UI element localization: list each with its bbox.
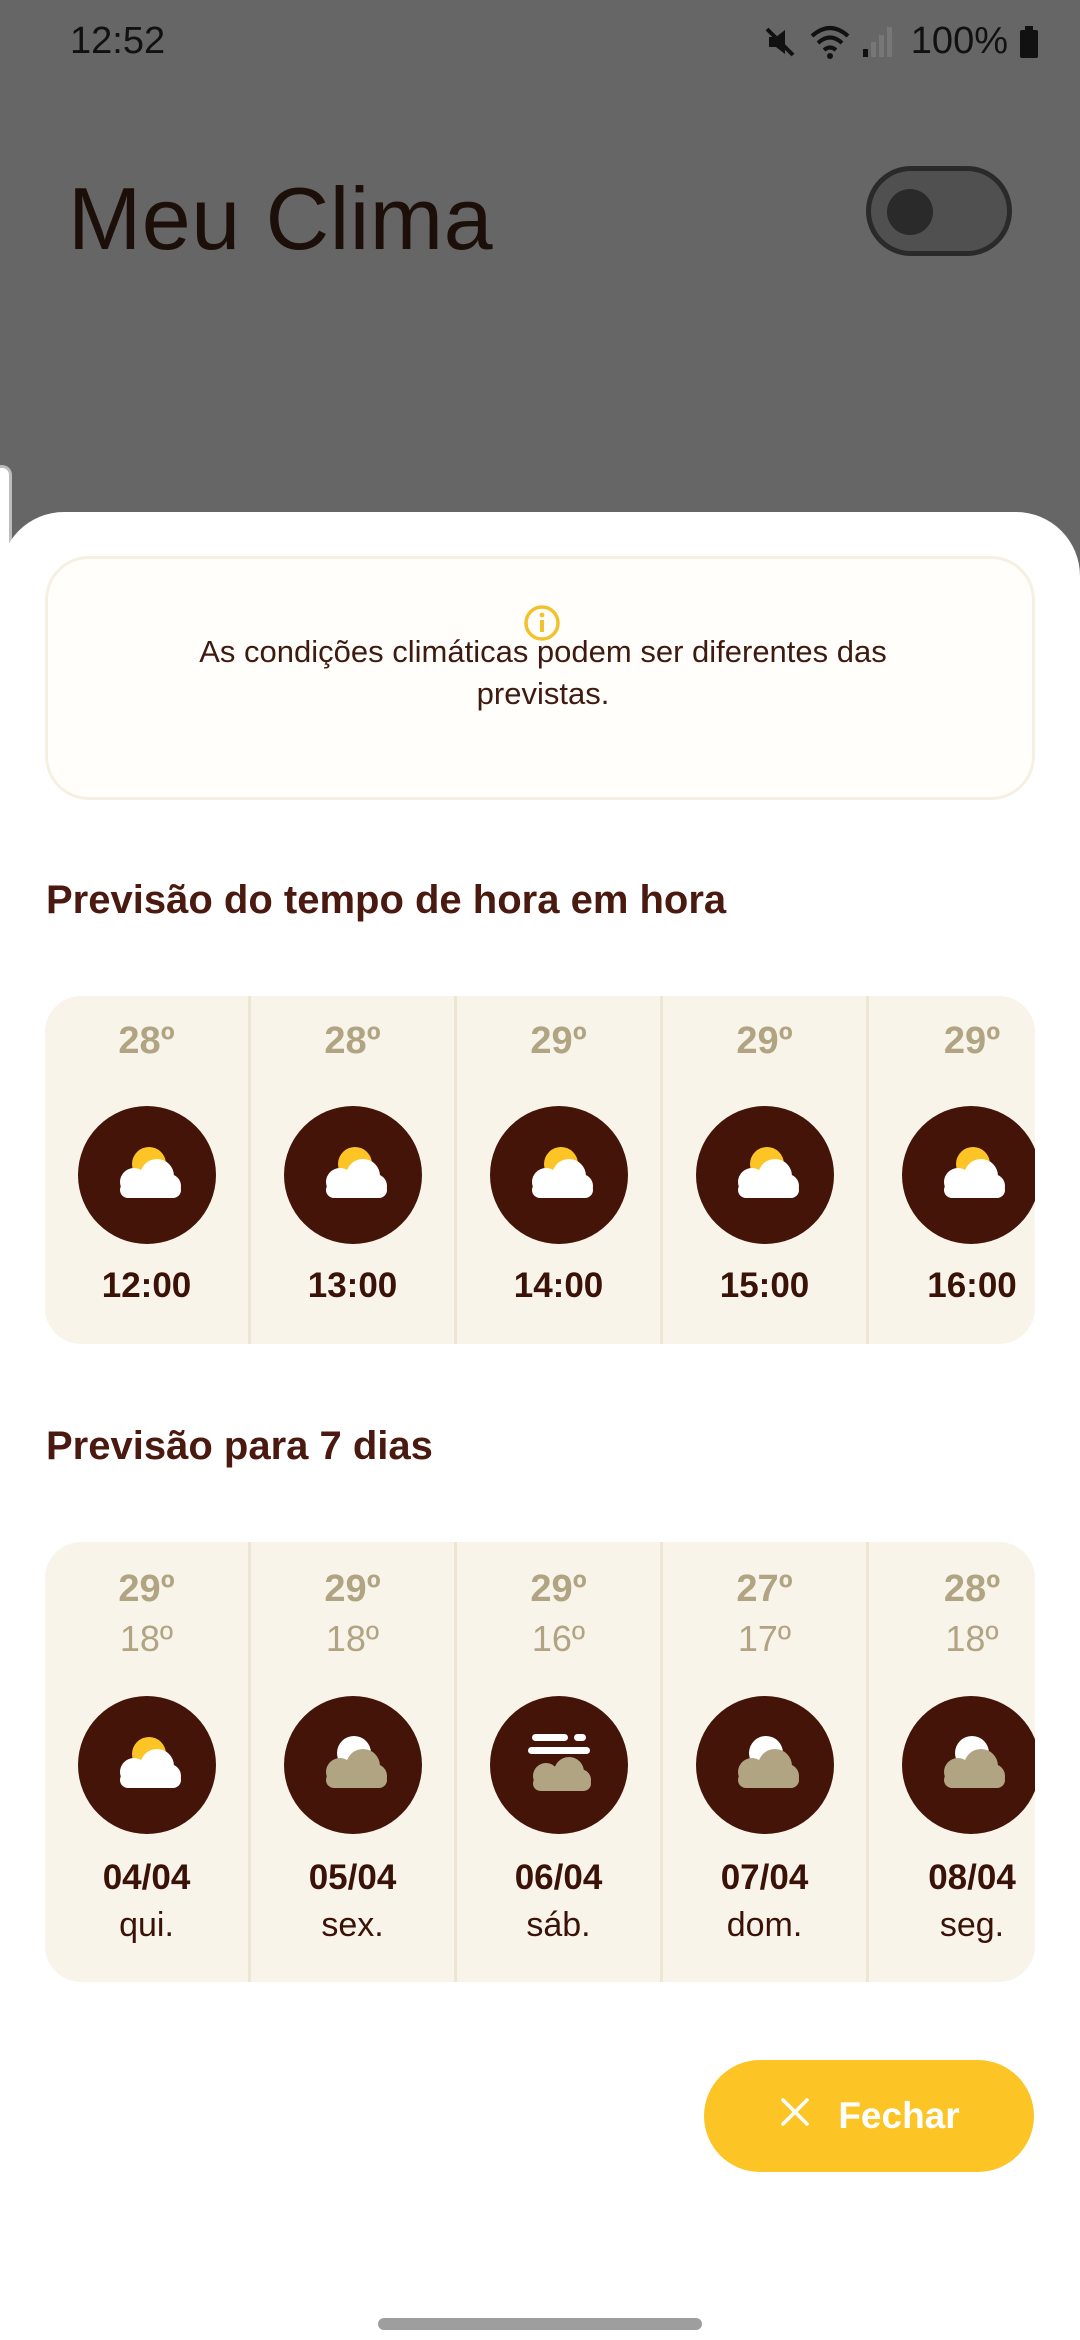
partly-cloudy-icon <box>78 1696 216 1834</box>
status-icons: 100% <box>761 20 1040 63</box>
daily-low-temp: 16º <box>531 1618 586 1659</box>
forecast-bottom-sheet: As condições climáticas podem ser difere… <box>0 512 1080 2340</box>
daily-high-temp: 27º <box>736 1568 793 1610</box>
hourly-time: 15:00 <box>719 1266 810 1305</box>
daily-high-temp: 29º <box>118 1568 175 1610</box>
hourly-temp: 29º <box>943 1020 1001 1062</box>
home-indicator[interactable] <box>378 2318 702 2330</box>
daily-item: 28º 18º 08/04 seg. <box>869 1542 1035 1982</box>
partly-cloudy-icon <box>902 1106 1035 1244</box>
daily-forecast-title: Previsão para 7 dias <box>46 1424 433 1468</box>
hourly-item: 28º 13:00 <box>251 996 457 1344</box>
hourly-temp: 29º <box>530 1020 587 1062</box>
hourly-time: 14:00 <box>513 1266 604 1305</box>
partly-cloudy-icon <box>284 1106 422 1244</box>
daily-date: 06/04 <box>514 1858 603 1897</box>
battery-percent: 100% <box>910 20 1008 62</box>
daily-item: 29º 18º 04/04 qui. <box>45 1542 251 1982</box>
hourly-time: 13:00 <box>307 1266 398 1305</box>
hourly-forecast-title: Previsão do tempo de hora em hora <box>46 878 727 922</box>
hourly-temp: 28º <box>118 1020 175 1062</box>
daily-low-temp: 18º <box>119 1618 174 1659</box>
hourly-item: 29º 16:00 <box>869 996 1035 1344</box>
daily-high-temp: 29º <box>324 1568 381 1610</box>
daily-date: 08/04 <box>928 1858 1016 1897</box>
daily-date: 05/04 <box>308 1858 397 1897</box>
daily-item: 27º 17º 07/04 dom. <box>663 1542 869 1982</box>
daily-weekday: seg. <box>939 1906 1005 1944</box>
daily-low-temp: 18º <box>945 1618 999 1659</box>
daily-date: 07/04 <box>720 1858 809 1897</box>
fog-cloud-icon <box>490 1696 628 1834</box>
partly-cloudy-icon <box>490 1106 628 1244</box>
daily-weekday: dom. <box>726 1906 803 1944</box>
info-text: As condições climáticas podem ser difere… <box>199 634 887 711</box>
close-icon <box>778 2095 812 2138</box>
hourly-item: 29º 14:00 <box>457 996 663 1344</box>
toggle-knob <box>887 189 933 235</box>
hourly-temp: 28º <box>324 1020 381 1062</box>
hourly-time: 12:00 <box>101 1266 192 1305</box>
close-button[interactable]: Fechar <box>704 2060 1034 2172</box>
daily-weekday: qui. <box>119 1906 174 1944</box>
partly-cloudy-icon <box>78 1106 216 1244</box>
cloudy-icon <box>696 1696 834 1834</box>
daily-low-temp: 17º <box>737 1618 792 1659</box>
daily-forecast-list[interactable]: 29º 18º 04/04 qui. 29º 18º 05/04 sex. 29… <box>45 1542 1035 1982</box>
hourly-item: 28º 12:00 <box>45 996 251 1344</box>
mute-icon <box>761 23 799 61</box>
daily-item: 29º 16º 06/04 sáb. <box>457 1542 663 1982</box>
cloudy-icon <box>284 1696 422 1834</box>
theme-toggle[interactable] <box>866 166 1012 256</box>
app-title: Meu Clima <box>68 169 494 268</box>
hourly-time: 16:00 <box>927 1266 1017 1305</box>
daily-weekday: sáb. <box>526 1906 591 1944</box>
daily-high-temp: 28º <box>943 1568 1001 1610</box>
hourly-item: 29º 15:00 <box>663 996 869 1344</box>
battery-icon <box>1018 23 1040 61</box>
hourly-temp: 29º <box>736 1020 793 1062</box>
info-card: As condições climáticas podem ser difere… <box>45 556 1035 800</box>
partly-cloudy-icon <box>696 1106 834 1244</box>
daily-date: 04/04 <box>102 1858 191 1897</box>
cloudy-icon <box>902 1696 1035 1834</box>
close-button-label: Fechar <box>838 2095 960 2136</box>
signal-icon <box>861 23 895 61</box>
hourly-forecast-list[interactable]: 28º 12:00 28º 13:00 29º 14:00 29º 15:00 … <box>45 996 1035 1344</box>
daily-low-temp: 18º <box>325 1618 380 1659</box>
daily-weekday: sex. <box>321 1906 384 1944</box>
status-bar: 12:52 100% <box>0 0 1080 84</box>
wifi-icon <box>809 23 851 61</box>
daily-item: 29º 18º 05/04 sex. <box>251 1542 457 1982</box>
status-time: 12:52 <box>70 20 166 62</box>
daily-high-temp: 29º <box>530 1568 587 1610</box>
